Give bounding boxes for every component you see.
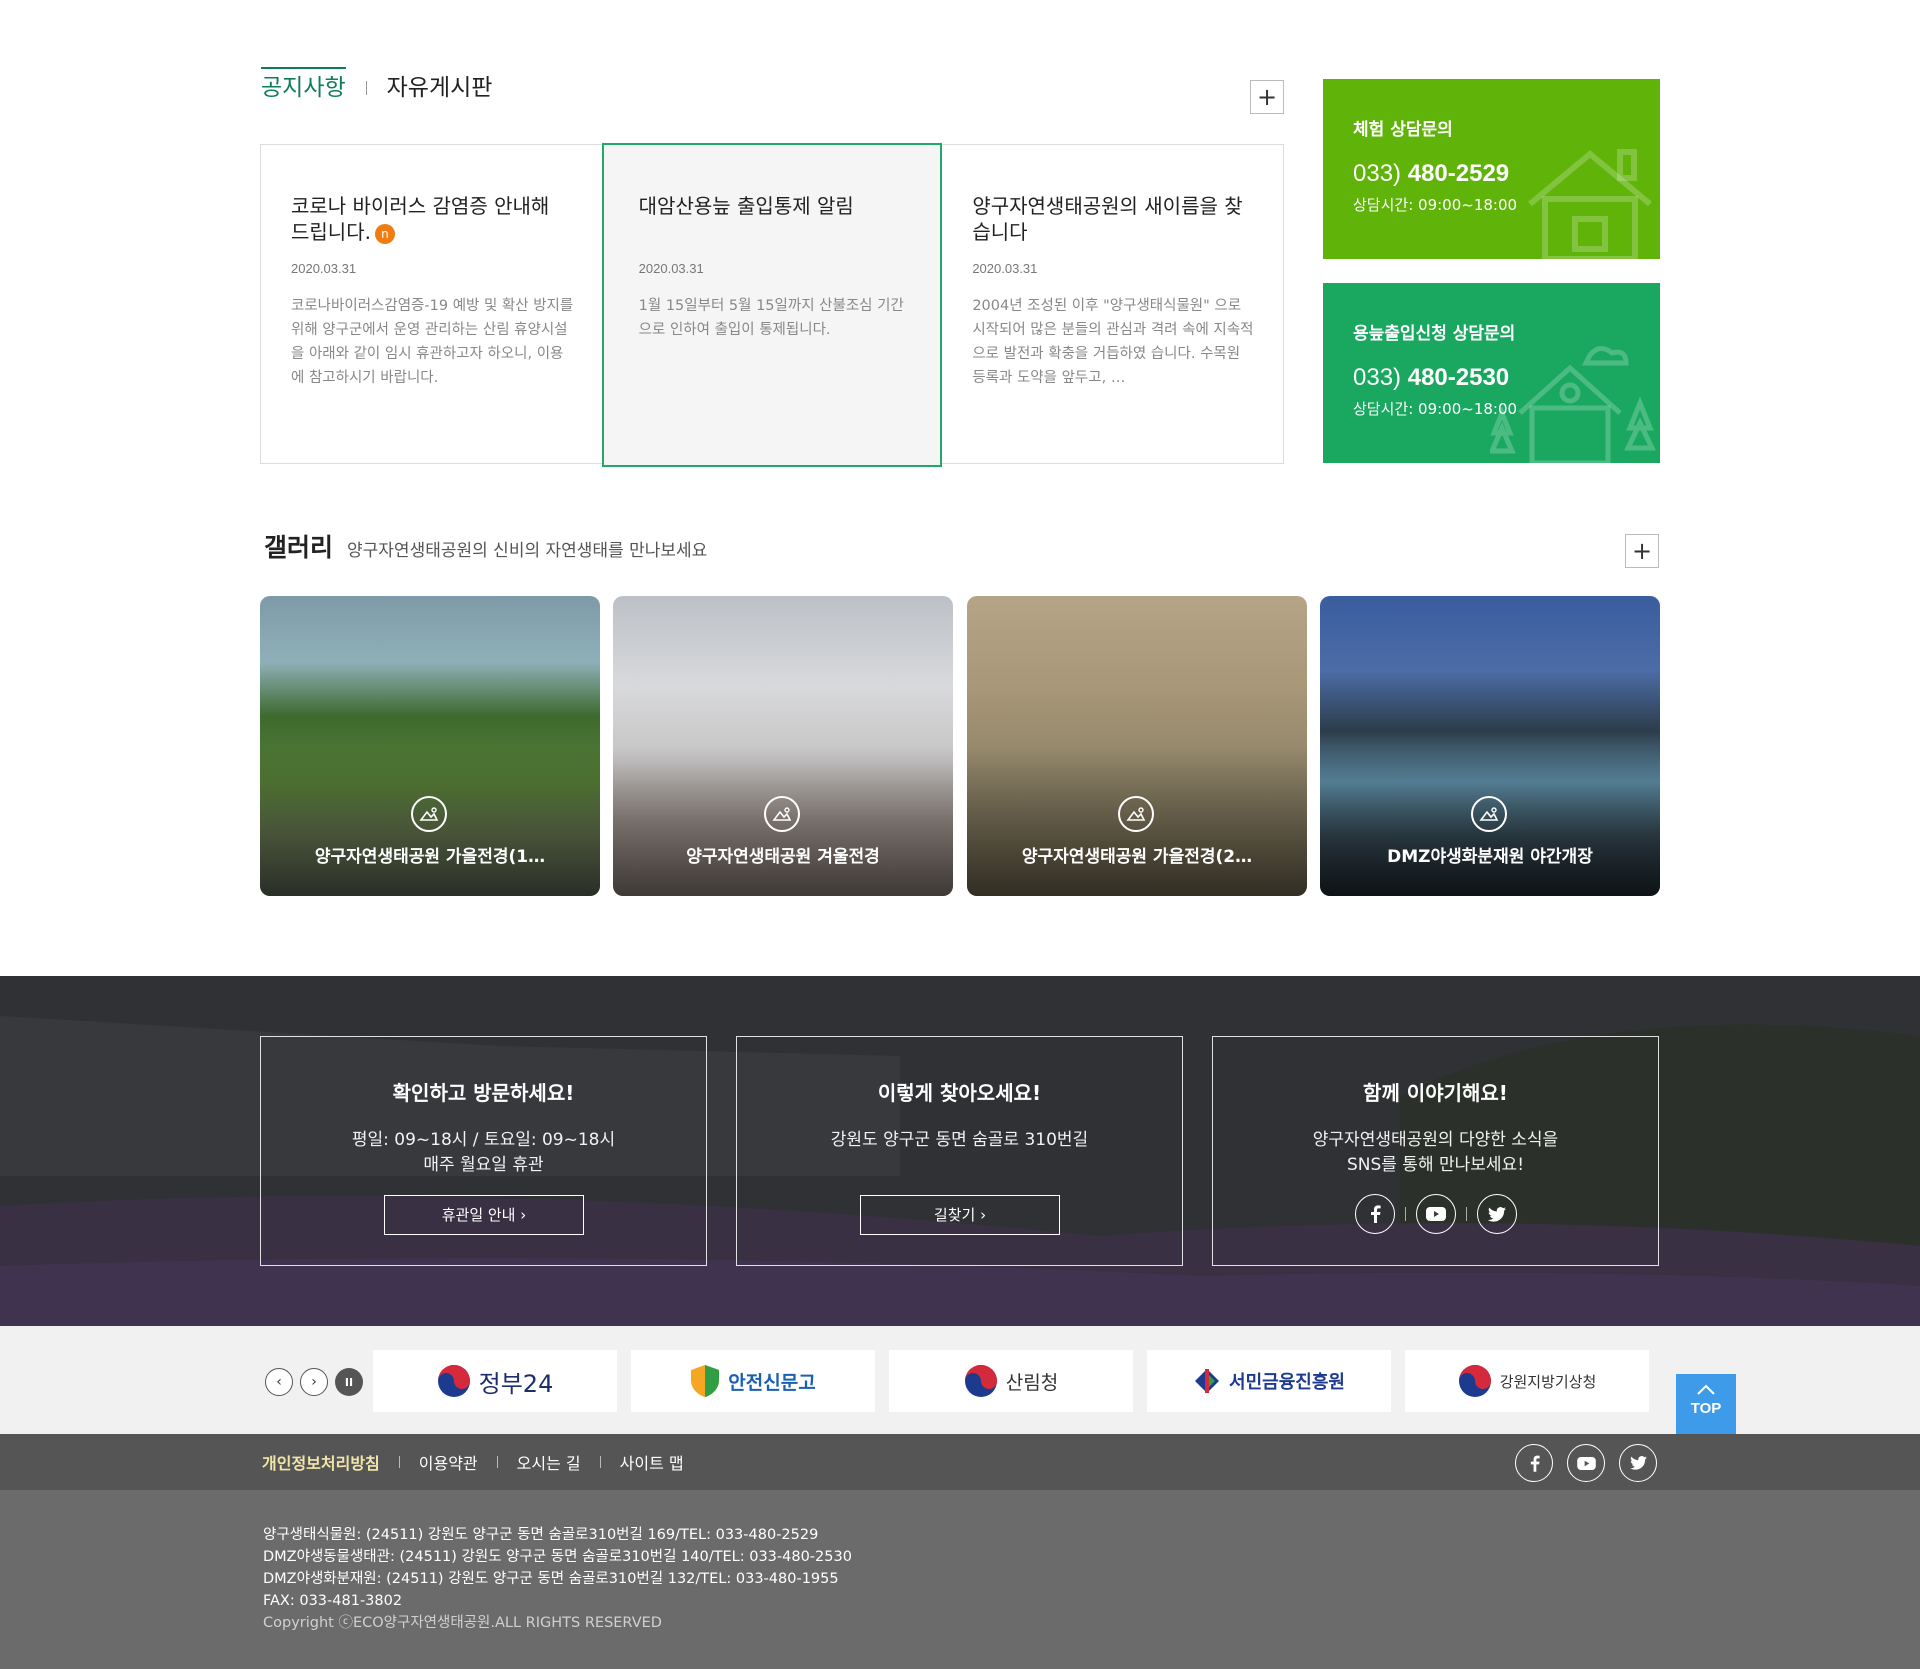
- notice-more-button[interactable]: +: [1250, 80, 1284, 114]
- pause-icon[interactable]: II: [335, 1368, 363, 1396]
- gallery-item[interactable]: 양구자연생태공원 겨울전경: [613, 596, 953, 896]
- footer-info: 양구생태식물원: (24511) 강원도 양구군 동면 숨골로310번길 169…: [0, 1490, 1920, 1669]
- twitter-icon[interactable]: [1619, 1444, 1657, 1482]
- privacy-policy-link[interactable]: 개인정보처리방침: [262, 1450, 380, 1474]
- notice-item[interactable]: 양구자연생태공원의 새이름을 찾습니다 2020.03.31 2004년 조성된…: [942, 145, 1283, 463]
- gallery-title: 갤러리: [264, 533, 334, 562]
- gallery-caption: 양구자연생태공원 가을전경(2…: [1021, 847, 1253, 867]
- notice-desc: 1월 15일부터 5월 15일까지 산불조심 기간으로 인하여 출입이 통제됩니…: [638, 298, 904, 338]
- facebook-icon[interactable]: [1354, 1194, 1395, 1234]
- gallery-caption: 양구자연생태공원 겨울전경: [686, 847, 880, 867]
- sitemap-link[interactable]: 사이트 맵: [620, 1450, 684, 1474]
- notice-desc: 2004년 조성된 이후 "양구생태식물원" 으로 시작되어 많은 분들의 관심…: [972, 298, 1254, 386]
- gallery-item[interactable]: 양구자연생태공원 가을전경(2…: [967, 596, 1307, 896]
- info-band: 확인하고 방문하세요! 평일: 09~18시 / 토요일: 09~18시 매주 월…: [0, 976, 1920, 1326]
- contact-title: 체험 상담문의: [1353, 120, 1453, 140]
- footer-address: DMZ야생화분재원: (24511) 강원도 양구군 동면 숨골로310번길 1…: [263, 1571, 839, 1587]
- footer-address: 양구생태식물원: (24511) 강원도 양구군 동면 숨골로310번길 169…: [263, 1527, 819, 1543]
- footer-sns: [1515, 1444, 1657, 1482]
- notice-list: 코로나 바이러스 감염증 안내해 드립니다. n 2020.03.31 코로나바이…: [260, 143, 1284, 467]
- contact-title: 용늪출입신청 상담문의: [1353, 324, 1516, 344]
- taegeuk-icon: [964, 1365, 997, 1397]
- facebook-icon[interactable]: [1515, 1444, 1553, 1482]
- gallery-caption: 양구자연생태공원 가을전경(1…: [314, 847, 546, 867]
- log-cabin-icon: [1528, 149, 1652, 259]
- notice-date: 2020.03.31: [972, 261, 1038, 276]
- gallery-header: 갤러리 양구자연생태공원의 신비의 자연생태를 만나보세요: [264, 528, 707, 564]
- notice-title: 양구자연생태공원의 새이름을 찾습니다: [972, 194, 1243, 244]
- twitter-icon[interactable]: [1476, 1194, 1517, 1234]
- gallery-item[interactable]: 양구자연생태공원 가을전경(1…: [260, 596, 600, 896]
- banner-weather-office[interactable]: 강원지방기상청: [1405, 1350, 1649, 1412]
- house-tree-icon: [1490, 346, 1656, 463]
- contact-box-wetland: 용늪출입신청 상담문의 033) 480-2530 상담시간: 09:00~18…: [1323, 283, 1660, 463]
- info-title: 확인하고 방문하세요!: [392, 1081, 575, 1105]
- image-icon: [411, 796, 447, 832]
- info-box-sns: 함께 이야기해요! 양구자연생태공원의 다양한 소식을 SNS를 통해 만나보세요…: [1212, 1036, 1659, 1266]
- prev-arrow-icon[interactable]: ‹: [265, 1368, 293, 1396]
- taegeuk-icon: [437, 1365, 470, 1397]
- gallery-subtitle: 양구자연생태공원의 신비의 자연생태를 만나보세요: [347, 541, 708, 561]
- tab-notice[interactable]: 공지사항: [261, 67, 346, 108]
- tab-divider: [365, 81, 367, 95]
- scroll-top-button[interactable]: TOP: [1676, 1374, 1736, 1434]
- tab-free-board[interactable]: 자유게시판: [387, 68, 493, 108]
- notice-title: 코로나 바이러스 감염증 안내해 드립니다. n: [291, 194, 550, 244]
- gallery-more-button[interactable]: +: [1625, 534, 1659, 568]
- info-title: 함께 이야기해요!: [1363, 1081, 1508, 1105]
- info-text: 평일: 09~18시 / 토요일: 09~18시 매주 월요일 휴관: [351, 1130, 616, 1175]
- finance-logo-icon: [1195, 1369, 1220, 1393]
- gallery-caption: DMZ야생화분재원 야간개장: [1387, 847, 1593, 867]
- terms-link[interactable]: 이용약관: [419, 1450, 478, 1474]
- image-icon: [1471, 796, 1507, 832]
- notice-item[interactable]: 코로나 바이러스 감염증 안내해 드립니다. n 2020.03.31 코로나바이…: [261, 145, 602, 463]
- top-label: TOP: [1690, 1400, 1722, 1417]
- closed-day-button[interactable]: 휴관일 안내 ›: [384, 1195, 584, 1235]
- notice-date: 2020.03.31: [638, 261, 704, 276]
- image-icon: [1118, 796, 1154, 832]
- image-icon: [764, 796, 800, 832]
- notice-tabs: 공지사항 자유게시판: [261, 67, 493, 108]
- info-text: 강원도 양구군 동면 숨골로 310번길: [830, 1130, 1089, 1150]
- taegeuk-icon: [1458, 1365, 1491, 1397]
- info-box-location: 이렇게 찾아오세요! 강원도 양구군 동면 숨골로 310번길 길찾기 ›: [736, 1036, 1183, 1266]
- banner-safety-report[interactable]: 안전신문고: [631, 1350, 875, 1412]
- footer-links: 개인정보처리방침 이용약관 오시는 길 사이트 맵: [262, 1434, 684, 1490]
- gallery-item[interactable]: DMZ야생화분재원 야간개장: [1320, 596, 1660, 896]
- gallery-list: 양구자연생태공원 가을전경(1… 양구자연생태공원 겨울전경 양구자연생태공원 …: [260, 596, 1661, 896]
- shield-icon: [691, 1365, 720, 1397]
- sns-links: [1213, 1194, 1658, 1234]
- banner-finance-agency[interactable]: 서민금융진흥원: [1147, 1350, 1391, 1412]
- info-box-hours: 확인하고 방문하세요! 평일: 09~18시 / 토요일: 09~18시 매주 월…: [260, 1036, 707, 1266]
- banner-gov24[interactable]: 정부24: [373, 1350, 617, 1412]
- directions-link[interactable]: 오시는 길: [517, 1450, 581, 1474]
- contact-box-experience: 체험 상담문의 033) 480-2529 상담시간: 09:00~18:00: [1323, 79, 1660, 259]
- footer-address: DMZ야생동물생태관: (24511) 강원도 양구군 동면 숨골로310번길 …: [263, 1549, 852, 1565]
- youtube-icon[interactable]: [1567, 1444, 1605, 1482]
- footer-nav: 개인정보처리방침 이용약관 오시는 길 사이트 맵: [0, 1434, 1920, 1490]
- footer-fax: FAX: 033-481-3802: [263, 1593, 403, 1609]
- chevron-up-icon: [1697, 1384, 1715, 1395]
- notice-title: 대암산용늪 출입통제 알림: [638, 194, 854, 218]
- info-text: 양구자연생태공원의 다양한 소식을 SNS를 통해 만나보세요!: [1312, 1130, 1559, 1175]
- new-badge: n: [374, 223, 395, 244]
- notice-date: 2020.03.31: [291, 261, 357, 276]
- related-sites-banner: ‹ › II 정부24 안전신문고 산림청 서민금융진흥원 강원지방기상청: [0, 1326, 1920, 1434]
- directions-button[interactable]: 길찾기 ›: [860, 1195, 1060, 1235]
- banner-forest-service[interactable]: 산림청: [889, 1350, 1133, 1412]
- youtube-icon[interactable]: [1415, 1194, 1456, 1234]
- footer-copyright: Copyright ⓒECO양구자연생태공원.ALL RIGHTS RESERV…: [263, 1615, 662, 1631]
- notice-desc: 코로나바이러스감염증-19 예방 및 확산 방지를 위해 양구군에서 운영 관리…: [291, 298, 574, 386]
- info-title: 이렇게 찾아오세요!: [877, 1081, 1042, 1105]
- next-arrow-icon[interactable]: ›: [300, 1368, 328, 1396]
- notice-item[interactable]: 대암산용늪 출입통제 알림 2020.03.31 1월 15일부터 5월 15일…: [601, 143, 943, 467]
